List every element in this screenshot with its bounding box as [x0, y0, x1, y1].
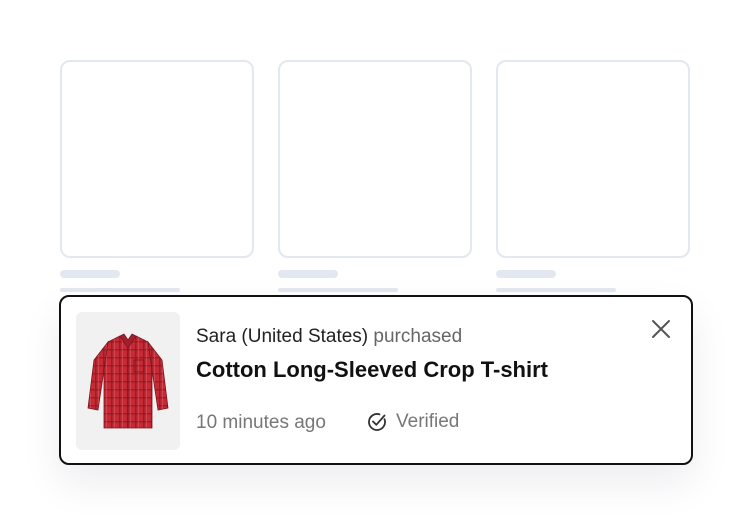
time-ago: 10 minutes ago — [196, 412, 326, 433]
skeleton-card-3 — [496, 60, 690, 258]
skeleton-title-bar-2 — [278, 270, 338, 278]
skeleton-subtitle-bar-3 — [496, 288, 616, 292]
skeleton-subtitle-bar-2 — [278, 288, 398, 292]
skeleton-subtitle-bar-1 — [60, 288, 180, 292]
close-button[interactable] — [647, 315, 675, 343]
purchase-notification[interactable]: Sara (United States) purchased Cotton Lo… — [59, 295, 693, 465]
skeleton-title-bar-1 — [60, 270, 120, 278]
verified-badge: Verified — [366, 411, 459, 433]
close-icon — [652, 320, 670, 338]
product-name[interactable]: Cotton Long-Sleeved Crop T-shirt — [196, 357, 548, 383]
skeleton-card-1 — [60, 60, 254, 258]
purchase-summary: Sara (United States) purchased — [196, 326, 462, 348]
skeleton-card-2 — [278, 60, 472, 258]
product-thumbnail[interactable] — [76, 312, 180, 450]
verified-label: Verified — [396, 411, 460, 432]
check-circle-icon — [368, 413, 386, 431]
buyer-name: Sara (United States) — [196, 326, 369, 347]
red-plaid-shirt-image — [87, 333, 169, 429]
purchase-verb: purchased — [373, 326, 463, 347]
skeleton-title-bar-3 — [496, 270, 556, 278]
